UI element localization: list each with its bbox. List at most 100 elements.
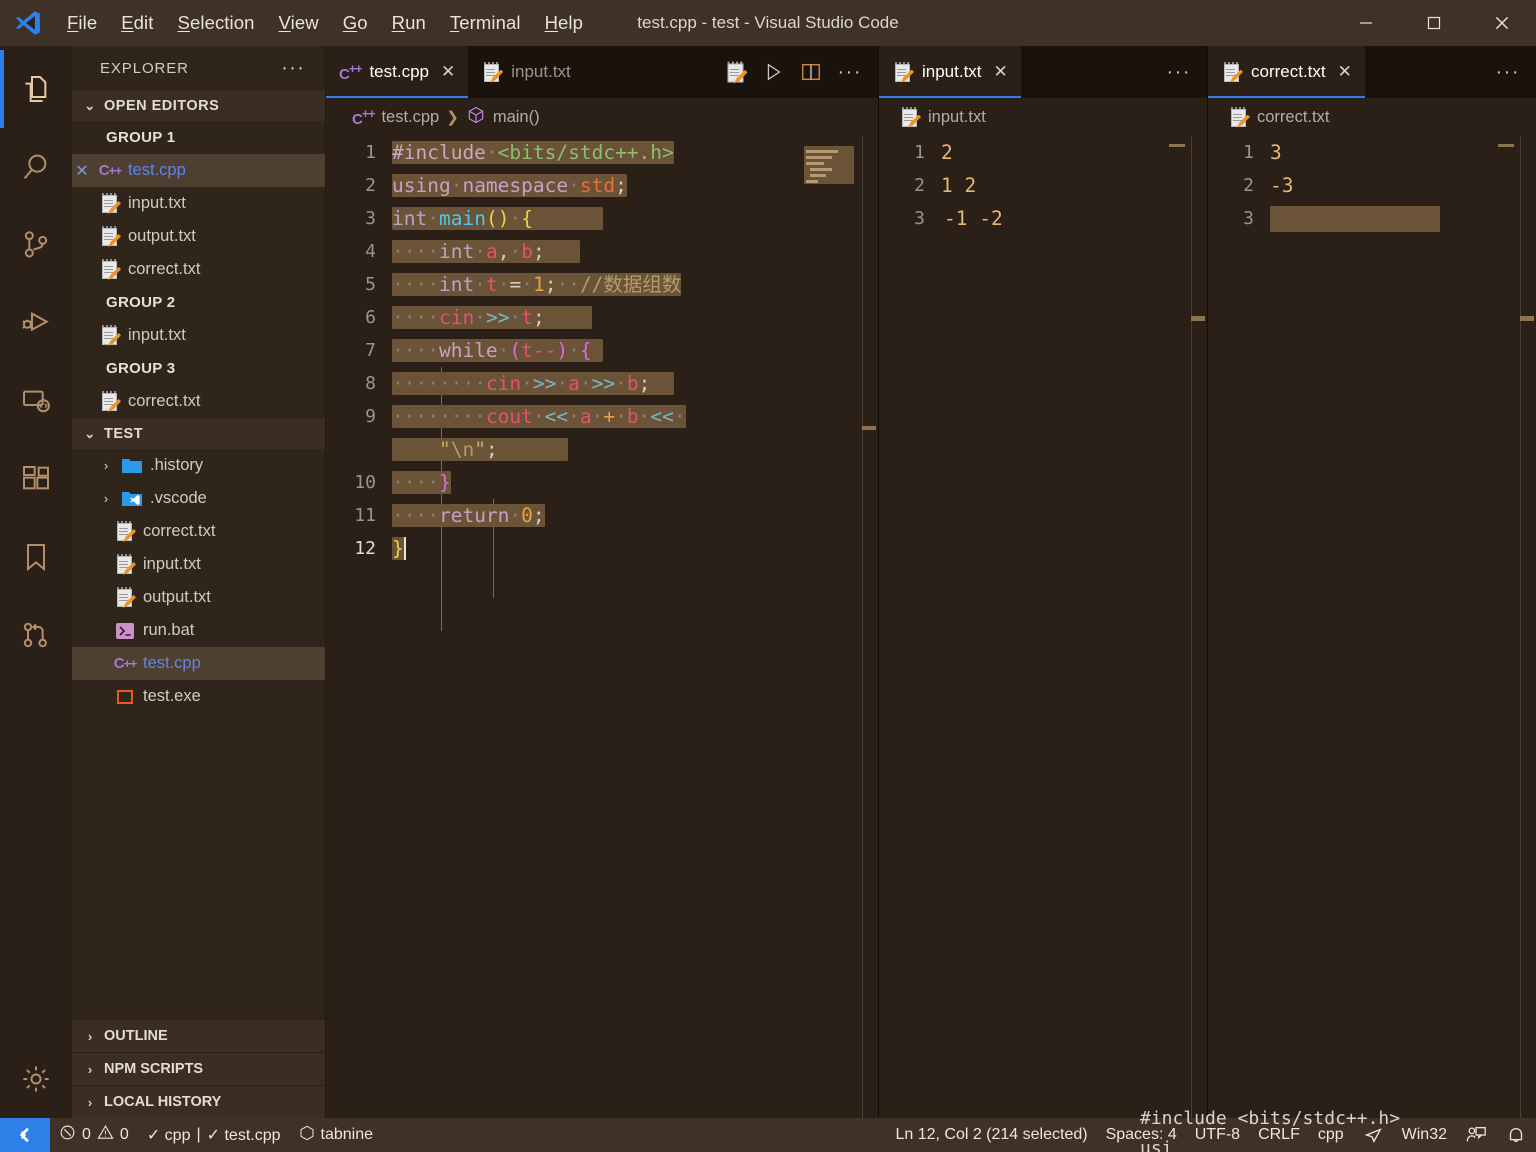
tab-input-txt-g2[interactable]: input.txt ✕	[879, 46, 1021, 98]
editor-vertical-scrollbar[interactable]	[1520, 136, 1536, 1118]
activity-remote-explorer-icon[interactable]	[0, 362, 72, 440]
breadcrumb-file[interactable]: test.cpp	[381, 108, 439, 127]
section-workspace-test[interactable]: ⌄ TEST	[72, 418, 325, 449]
text-line[interactable]: 2 1 2	[879, 169, 1207, 202]
chevron-right-icon[interactable]: ›	[98, 491, 114, 506]
more-actions-icon[interactable]: ···	[838, 61, 862, 84]
window-controls[interactable]	[1332, 0, 1536, 46]
text-editor-correct-txt[interactable]: 1 3 2 -3 3	[1208, 136, 1536, 1118]
breadcrumb-group-2[interactable]: input.txt	[879, 98, 1207, 136]
editor-vertical-scrollbar[interactable]	[862, 136, 878, 1118]
breadcrumb-group-3[interactable]: correct.txt	[1208, 98, 1536, 136]
code-editor-test-cpp[interactable]: 1 #include·<bits/stdc++.h> 2 using·names…	[326, 136, 878, 1118]
code-line[interactable]: 12 }	[326, 532, 878, 565]
open-editor-input-txt-g2[interactable]: input.txt	[72, 319, 325, 352]
code-line[interactable]: 9 ········cout·<<·a·+·b·<<·	[326, 400, 878, 433]
minimize-button[interactable]	[1332, 0, 1400, 46]
open-editor-input-txt-g1[interactable]: input.txt	[72, 187, 325, 220]
tree-item-vscode[interactable]: › .vscode	[72, 482, 325, 515]
chevron-right-icon[interactable]: ›	[98, 458, 114, 473]
activity-source-control-icon[interactable]	[0, 206, 72, 284]
tree-item-test-exe[interactable]: test.exe	[72, 680, 325, 713]
section-local-history[interactable]: › LOCAL HISTORY	[72, 1085, 325, 1118]
feedback-icon[interactable]	[1456, 1118, 1496, 1152]
language-mode[interactable]: cpp	[1309, 1118, 1353, 1152]
plain-text-content[interactable]: 1 2 2 1 2 3 -1 -2	[879, 136, 1207, 1118]
activity-explorer-icon[interactable]	[0, 50, 72, 128]
platform-label[interactable]: Win32	[1393, 1118, 1456, 1152]
text-line-selected[interactable]: 3	[1208, 202, 1536, 235]
editor-vertical-scrollbar[interactable]	[1191, 136, 1207, 1118]
text-line-selected[interactable]: 3 -1 -2	[879, 202, 1207, 235]
code-line[interactable]: 10 ····}	[326, 466, 878, 499]
code-line[interactable]: 11 ····return·0;	[326, 499, 878, 532]
remote-window-icon[interactable]	[0, 1118, 50, 1152]
menu-edit[interactable]: Edit	[110, 9, 164, 37]
editor-actions-group-3[interactable]: ···	[1480, 46, 1536, 98]
text-editor-input-txt[interactable]: 1 2 2 1 2 3 -1 -2	[879, 136, 1207, 1118]
code-content[interactable]: 1 #include·<bits/stdc++.h> 2 using·names…	[326, 136, 878, 1118]
breadcrumb-group-1[interactable]: C++ test.cpp ❯ main()	[326, 98, 878, 136]
cursor-position[interactable]: Ln 12, Col 2 (214 selected)	[886, 1118, 1096, 1152]
tree-item-test-cpp[interactable]: C++ test.cpp	[72, 647, 325, 680]
encoding-setting[interactable]: UTF-8	[1186, 1118, 1249, 1152]
open-editor-correct-txt-g3[interactable]: correct.txt	[72, 385, 325, 418]
activity-run-and-debug-icon[interactable]	[0, 284, 72, 362]
code-line-wrapped[interactable]: "\n";	[326, 433, 878, 466]
tabnine-status[interactable]: tabnine	[290, 1118, 383, 1152]
activity-extensions-icon[interactable]	[0, 440, 72, 518]
split-editor-icon[interactable]	[800, 61, 822, 83]
close-icon[interactable]: ✕	[994, 62, 1008, 82]
code-line[interactable]: 6 ····cin·>>·t;	[326, 301, 878, 334]
breadcrumb-file[interactable]: correct.txt	[1257, 108, 1329, 127]
editor-actions-group-2[interactable]: ···	[1151, 46, 1207, 98]
bell-icon[interactable]	[1496, 1118, 1536, 1152]
activity-bookmarks-icon[interactable]	[0, 518, 72, 596]
tree-item-correct-txt[interactable]: correct.txt	[72, 515, 325, 548]
activity-git-graph-icon[interactable]	[0, 596, 72, 674]
tree-item-history[interactable]: › .history	[72, 449, 325, 482]
section-npm-scripts[interactable]: › NPM SCRIPTS	[72, 1052, 325, 1085]
code-line[interactable]: 7 ····while·(t--)·{	[326, 334, 878, 367]
menu-selection[interactable]: Selection	[167, 9, 266, 37]
tree-item-output-txt[interactable]: output.txt	[72, 581, 325, 614]
editor-actions-group-1[interactable]: ···	[710, 46, 878, 98]
activity-settings-gear-icon[interactable]	[0, 1040, 72, 1118]
open-changes-icon[interactable]	[726, 62, 746, 83]
activity-search-icon[interactable]	[0, 128, 72, 206]
megaphone-icon[interactable]	[1353, 1118, 1393, 1152]
text-line[interactable]: 1 3	[1208, 136, 1536, 169]
open-editor-output-txt-g1[interactable]: output.txt	[72, 220, 325, 253]
code-line[interactable]: 8 ········cin·>>·a·>>·b;	[326, 367, 878, 400]
activity-bar[interactable]	[0, 46, 72, 1118]
tab-test-cpp[interactable]: C++ test.cpp ✕	[326, 46, 468, 98]
menu-run[interactable]: Run	[381, 9, 437, 37]
menu-terminal[interactable]: Terminal	[439, 9, 532, 37]
menu-go[interactable]: Go	[332, 9, 379, 37]
menu-file[interactable]: File	[56, 9, 108, 37]
code-line[interactable]: 2 using·namespace·std;	[326, 169, 878, 202]
more-actions-icon[interactable]: ···	[1167, 61, 1191, 84]
tab-correct-txt-g3[interactable]: correct.txt ✕	[1208, 46, 1365, 98]
code-line[interactable]: 4 ····int·a,·b;	[326, 235, 878, 268]
run-code-icon[interactable]	[762, 61, 784, 83]
breadcrumb-file[interactable]: input.txt	[928, 108, 986, 127]
plain-text-content[interactable]: 1 3 2 -3 3	[1208, 136, 1536, 1118]
sidebar-more-actions-icon[interactable]: ···	[281, 56, 317, 80]
eol-setting[interactable]: CRLF	[1249, 1118, 1309, 1152]
open-editor-test-cpp[interactable]: ✕ C++ test.cpp	[72, 154, 325, 187]
menu-bar[interactable]: File Edit Selection View Go Run Terminal…	[56, 9, 594, 37]
close-icon[interactable]: ✕	[72, 161, 92, 181]
tree-item-run-bat[interactable]: run.bat	[72, 614, 325, 647]
maximize-button[interactable]	[1400, 0, 1468, 46]
cpp-check-status[interactable]: ✓ cpp | ✓ test.cpp	[138, 1118, 290, 1152]
tab-input-txt[interactable]: input.txt	[468, 46, 584, 98]
code-line[interactable]: 5 ····int·t·=·1;··//数据组数	[326, 268, 878, 301]
code-line[interactable]: 3 int·main()·{	[326, 202, 878, 235]
breadcrumb-symbol[interactable]: main()	[493, 108, 540, 127]
indent-setting[interactable]: Spaces: 4	[1097, 1118, 1186, 1152]
close-icon[interactable]: ✕	[1338, 62, 1352, 82]
problems-status[interactable]: 0 0	[50, 1118, 138, 1152]
close-button[interactable]	[1468, 0, 1536, 46]
code-line[interactable]: 1 #include·<bits/stdc++.h>	[326, 136, 878, 169]
